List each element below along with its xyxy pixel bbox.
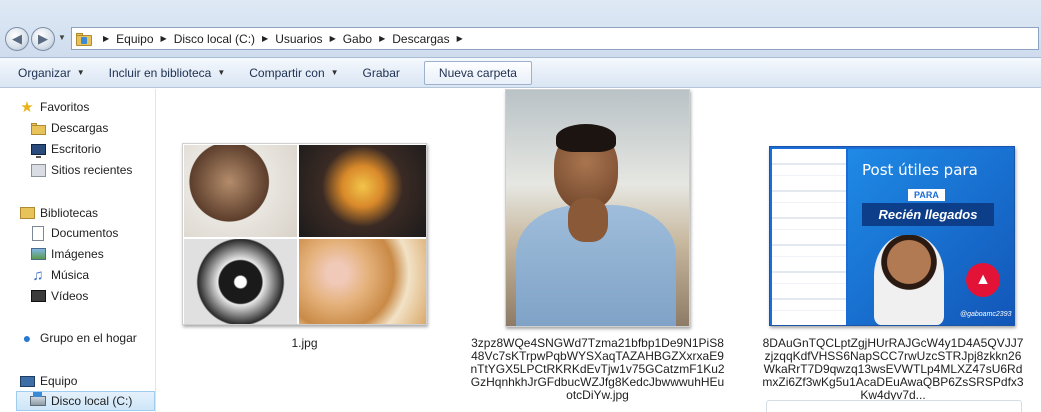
breadcrumb-item[interactable]: Gabo <box>343 32 372 46</box>
address-bar[interactable]: ▶ Equipo ▶ Disco local (C:) ▶ Usuarios ▶… <box>71 27 1039 50</box>
sidebar-item-label: Disco local (C:) <box>51 394 133 408</box>
arrow-right-icon: ▶ <box>38 31 48 46</box>
sidebar-item-computer[interactable]: Equipo <box>19 371 77 391</box>
file-name[interactable]: 3zpz8WQe4SNGWd7Tzma21bfbp1De9N1PiS848Vc7… <box>470 337 725 402</box>
sidebar-item-label: Grupo en el hogar <box>40 331 137 345</box>
breadcrumb-item[interactable]: Equipo <box>116 32 153 46</box>
computer-icon <box>19 373 35 389</box>
sidebar-item-label: Descargas <box>51 121 109 135</box>
star-icon: ★ <box>20 99 34 116</box>
chevron-right-icon[interactable]: ▶ <box>262 34 268 43</box>
recent-places-icon <box>30 162 46 178</box>
back-button[interactable]: ◀ <box>5 27 29 51</box>
caret-down-icon: ▼ <box>76 68 85 77</box>
photo-tile <box>184 145 297 237</box>
sidebar-item-label: Escritorio <box>51 142 102 156</box>
desktop-icon <box>30 141 46 158</box>
caret-down-icon: ▼ <box>217 68 226 77</box>
sidebar-item-recent-places[interactable]: Sitios recientes <box>30 160 132 180</box>
post-tag: PARA <box>908 189 945 201</box>
photo-tile <box>299 239 426 324</box>
photo-tile <box>184 239 297 324</box>
chevron-right-icon[interactable]: ▶ <box>330 34 336 43</box>
sidebar-item-pictures[interactable]: Imágenes <box>30 244 104 264</box>
post-subtitle: Recién llegados <box>862 203 994 226</box>
hive-logo-icon: ▲ <box>966 263 1000 297</box>
file-thumbnail[interactable] <box>766 400 1022 412</box>
sidebar-item-label: Imágenes <box>51 247 104 261</box>
hard-drive-icon <box>30 392 46 409</box>
organize-label: Organizar <box>18 65 71 80</box>
sidebar-item-desktop[interactable]: Escritorio <box>30 139 101 159</box>
recent-pages-dropdown-icon[interactable]: ▼ <box>58 33 66 42</box>
sidebar-item-label: Vídeos <box>51 289 89 303</box>
address-bar-area: ◀ ▶ ▼ ▶ Equipo ▶ Disco local (C:) ▶ Usua… <box>0 0 1041 58</box>
post-banner: Post útiles para PARA Recién llegados ▲ … <box>848 149 1014 325</box>
sidebar-item-favorites[interactable]: ★ Favoritos <box>19 97 89 117</box>
photo-shape <box>556 124 616 152</box>
film-icon <box>30 288 46 304</box>
pictures-icon <box>30 246 46 262</box>
include-library-button[interactable]: Incluir en biblioteca ▼ <box>103 61 232 85</box>
navigation-pane: ★ Favoritos Descargas Escritorio Sitios … <box>0 89 156 412</box>
photo-tile <box>299 145 426 237</box>
command-bar: Organizar ▼ Incluir en biblioteca ▼ Compar… <box>0 58 1041 88</box>
downloads-folder-icon <box>76 32 92 46</box>
sidebar-item-label: Equipo <box>40 374 78 388</box>
sidebar-item-label: Música <box>51 268 90 282</box>
sidebar-item-homegroup[interactable]: ● Grupo en el hogar <box>19 328 137 348</box>
chevron-right-icon[interactable]: ▶ <box>457 34 463 43</box>
sidebar-item-downloads[interactable]: Descargas <box>30 118 108 138</box>
breadcrumb-item[interactable]: Usuarios <box>275 32 322 46</box>
post-title: Post útiles para <box>862 161 978 179</box>
file-thumbnail[interactable]: Post útiles para PARA Recién llegados ▲ … <box>769 146 1015 326</box>
organize-button[interactable]: Organizar ▼ <box>12 61 91 85</box>
share-label: Compartir con <box>249 65 325 80</box>
sidebar-item-videos[interactable]: Vídeos <box>30 286 88 306</box>
sidebar-item-label: Favoritos <box>40 100 90 114</box>
breadcrumb-item[interactable]: Disco local (C:) <box>174 32 255 46</box>
burn-button[interactable]: Grabar <box>357 61 406 85</box>
chevron-right-icon[interactable]: ▶ <box>103 34 109 43</box>
homegroup-icon: ● <box>22 330 32 346</box>
new-folder-label: Nueva carpeta <box>438 65 517 80</box>
file-name[interactable]: 8DAuGnTQCLptZgjHUrRAJGcW4y1D4A5QVJJ7zjzq… <box>761 337 1025 402</box>
arrow-left-icon: ◀ <box>12 31 22 46</box>
downloads-folder-icon <box>30 120 46 136</box>
file-thumbnail[interactable] <box>505 89 690 327</box>
sidebar-item-music[interactable]: ♫ Música <box>30 265 89 285</box>
breadcrumb: ▶ Equipo ▶ Disco local (C:) ▶ Usuarios ▶… <box>96 32 470 46</box>
music-note-icon: ♫ <box>32 266 44 284</box>
file-name[interactable]: 1.jpg <box>182 337 427 350</box>
sidebar-item-label: Sitios recientes <box>51 163 133 177</box>
sidebar-item-documents[interactable]: Documentos <box>30 223 118 243</box>
sidebar-item-local-disk[interactable]: Disco local (C:) <box>16 391 155 411</box>
breadcrumb-item[interactable]: Descargas <box>392 32 449 46</box>
social-feed-image <box>772 149 846 325</box>
forward-button[interactable]: ▶ <box>31 27 55 51</box>
sidebar-item-label: Documentos <box>51 226 119 240</box>
chevron-right-icon[interactable]: ▶ <box>161 34 167 43</box>
caret-down-icon: ▼ <box>330 68 339 77</box>
photo-shape <box>568 198 608 242</box>
chevron-right-icon[interactable]: ▶ <box>379 34 385 43</box>
include-library-label: Incluir en biblioteca <box>108 65 212 80</box>
file-list: 1.jpg 3zpz8WQe4SNGWd7Tzma21bfbp1De9N1PiS… <box>157 89 1041 412</box>
document-icon <box>30 225 46 241</box>
photo-shape <box>874 235 944 325</box>
new-folder-button[interactable]: Nueva carpeta <box>423 60 532 85</box>
post-handle: @gaboamc2393 <box>960 311 1012 318</box>
libraries-icon <box>19 205 35 221</box>
file-thumbnail[interactable] <box>182 143 427 325</box>
share-button[interactable]: Compartir con ▼ <box>243 61 344 85</box>
sidebar-item-libraries[interactable]: Bibliotecas <box>19 203 98 223</box>
burn-label: Grabar <box>362 65 400 80</box>
sidebar-item-label: Bibliotecas <box>40 206 99 220</box>
